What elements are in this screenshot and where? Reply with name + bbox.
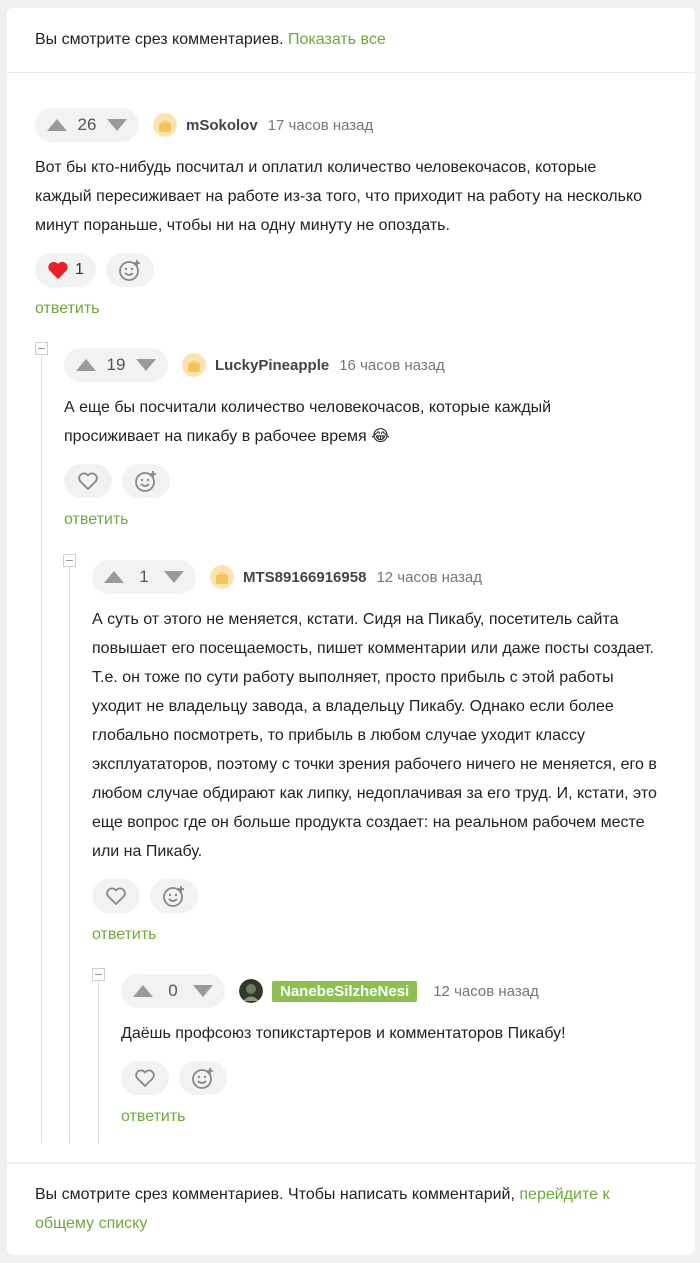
like-button[interactable] (64, 464, 112, 498)
comment: 0 NanebeSilzheNesi 12 часов назад Даёшь … (121, 974, 681, 1126)
reply-link[interactable]: ответить (92, 926, 672, 944)
like-button[interactable] (92, 879, 140, 913)
upvote-icon[interactable] (132, 984, 154, 998)
comment-header: 1 MTS89166916958 12 часов назад (92, 560, 672, 594)
comment: 19 LuckyPineapple 16 часов назад А еще б… (64, 348, 664, 529)
add-reaction-button[interactable] (179, 1061, 227, 1095)
collapse-button[interactable] (92, 968, 105, 981)
comment-header: 19 LuckyPineapple 16 часов назад (64, 348, 664, 382)
vote-count: 26 (77, 115, 97, 134)
collapse-icon (95, 974, 102, 975)
vote-widget: 19 (64, 348, 168, 382)
vote-widget: 1 (92, 560, 196, 594)
heart-icon (48, 261, 68, 279)
username[interactable]: mSokolov (186, 117, 258, 134)
collapse-button[interactable] (63, 554, 76, 567)
vote-count: 1 (139, 567, 149, 586)
show-all-link[interactable]: Показать все (288, 31, 386, 48)
vote-widget: 26 (35, 108, 139, 142)
add-reaction-button[interactable] (122, 464, 170, 498)
comment: 1 MTS89166916958 12 часов назад А суть о… (92, 560, 672, 944)
comment-time[interactable]: 16 часов назад (339, 357, 445, 374)
reply-link[interactable]: ответить (35, 300, 655, 318)
upvote-icon[interactable] (75, 358, 97, 372)
heart-icon (78, 472, 98, 490)
add-reaction-button[interactable] (105, 253, 154, 287)
vote-widget: 0 (121, 974, 225, 1008)
reactions-bar (64, 464, 664, 498)
comment-text: А суть от этого не меняется, кстати. Сид… (92, 611, 657, 860)
vote-count: 0 (168, 981, 178, 1000)
collapse-icon (38, 348, 45, 349)
reactions-bar: 1 (35, 253, 655, 287)
thread-line (41, 355, 42, 1143)
username[interactable]: MTS89166916958 (243, 569, 366, 586)
like-button[interactable] (121, 1061, 169, 1095)
downvote-icon[interactable] (163, 570, 185, 584)
avatar[interactable] (153, 113, 177, 137)
upvote-icon[interactable] (103, 570, 125, 584)
comment-text: Вот бы кто-нибудь посчитал и оплатил кол… (35, 159, 643, 234)
add-reaction-icon (192, 1068, 213, 1089)
banner-message: Вы смотрите срез комментариев. (35, 31, 284, 48)
thread-line (98, 981, 99, 1143)
downvote-icon[interactable] (192, 984, 214, 998)
comment-text: Даёшь профсоюз топикстартеров и коммента… (121, 1025, 566, 1042)
add-reaction-icon (163, 886, 184, 907)
reactions-bar (121, 1061, 681, 1095)
heart-icon (135, 1069, 155, 1087)
comment-time[interactable]: 12 часов назад (433, 983, 539, 1000)
downvote-icon[interactable] (135, 358, 157, 372)
add-reaction-icon (119, 260, 140, 281)
upvote-icon[interactable] (46, 118, 68, 132)
comment: 26 mSokolov 17 часов назад Вот бы кто-ни… (35, 108, 655, 318)
downvote-icon[interactable] (106, 118, 128, 132)
banner-text: Вы смотрите срез комментариев. Чтобы нап… (35, 1180, 655, 1238)
username[interactable]: NanebeSilzheNesi (272, 980, 418, 1002)
username[interactable]: LuckyPineapple (215, 357, 329, 374)
avatar[interactable] (210, 565, 234, 589)
top-banner: Вы смотрите срез комментариев. Показать … (7, 8, 695, 72)
comment-time[interactable]: 17 часов назад (268, 117, 374, 134)
add-reaction-button[interactable] (150, 879, 198, 913)
collapse-button[interactable] (35, 342, 48, 355)
banner-text: Вы смотрите срез комментариев. Показать … (35, 23, 386, 57)
thread-line (69, 567, 70, 1143)
like-button[interactable]: 1 (35, 253, 96, 287)
vote-count: 19 (106, 355, 126, 374)
comment-text: А еще бы посчитали количество человекоча… (64, 399, 552, 445)
reactions-bar (92, 879, 672, 913)
heart-icon (106, 887, 126, 905)
comment-header: 26 mSokolov 17 часов назад (35, 108, 655, 142)
comment-header: 0 NanebeSilzheNesi 12 часов назад (121, 974, 681, 1008)
collapse-icon (66, 560, 73, 561)
bottom-banner: Вы смотрите срез комментариев. Чтобы нап… (7, 1163, 695, 1255)
comment-time[interactable]: 12 часов назад (376, 569, 482, 586)
reply-link[interactable]: ответить (121, 1108, 681, 1126)
avatar[interactable] (182, 353, 206, 377)
like-count: 1 (75, 261, 84, 278)
banner-message: Вы смотрите срез комментариев. Чтобы нап… (35, 1186, 515, 1203)
add-reaction-icon (135, 471, 156, 492)
reply-link[interactable]: ответить (64, 511, 664, 529)
avatar[interactable] (239, 979, 263, 1003)
comments-card: 26 mSokolov 17 часов назад Вот бы кто-ни… (7, 72, 695, 1162)
